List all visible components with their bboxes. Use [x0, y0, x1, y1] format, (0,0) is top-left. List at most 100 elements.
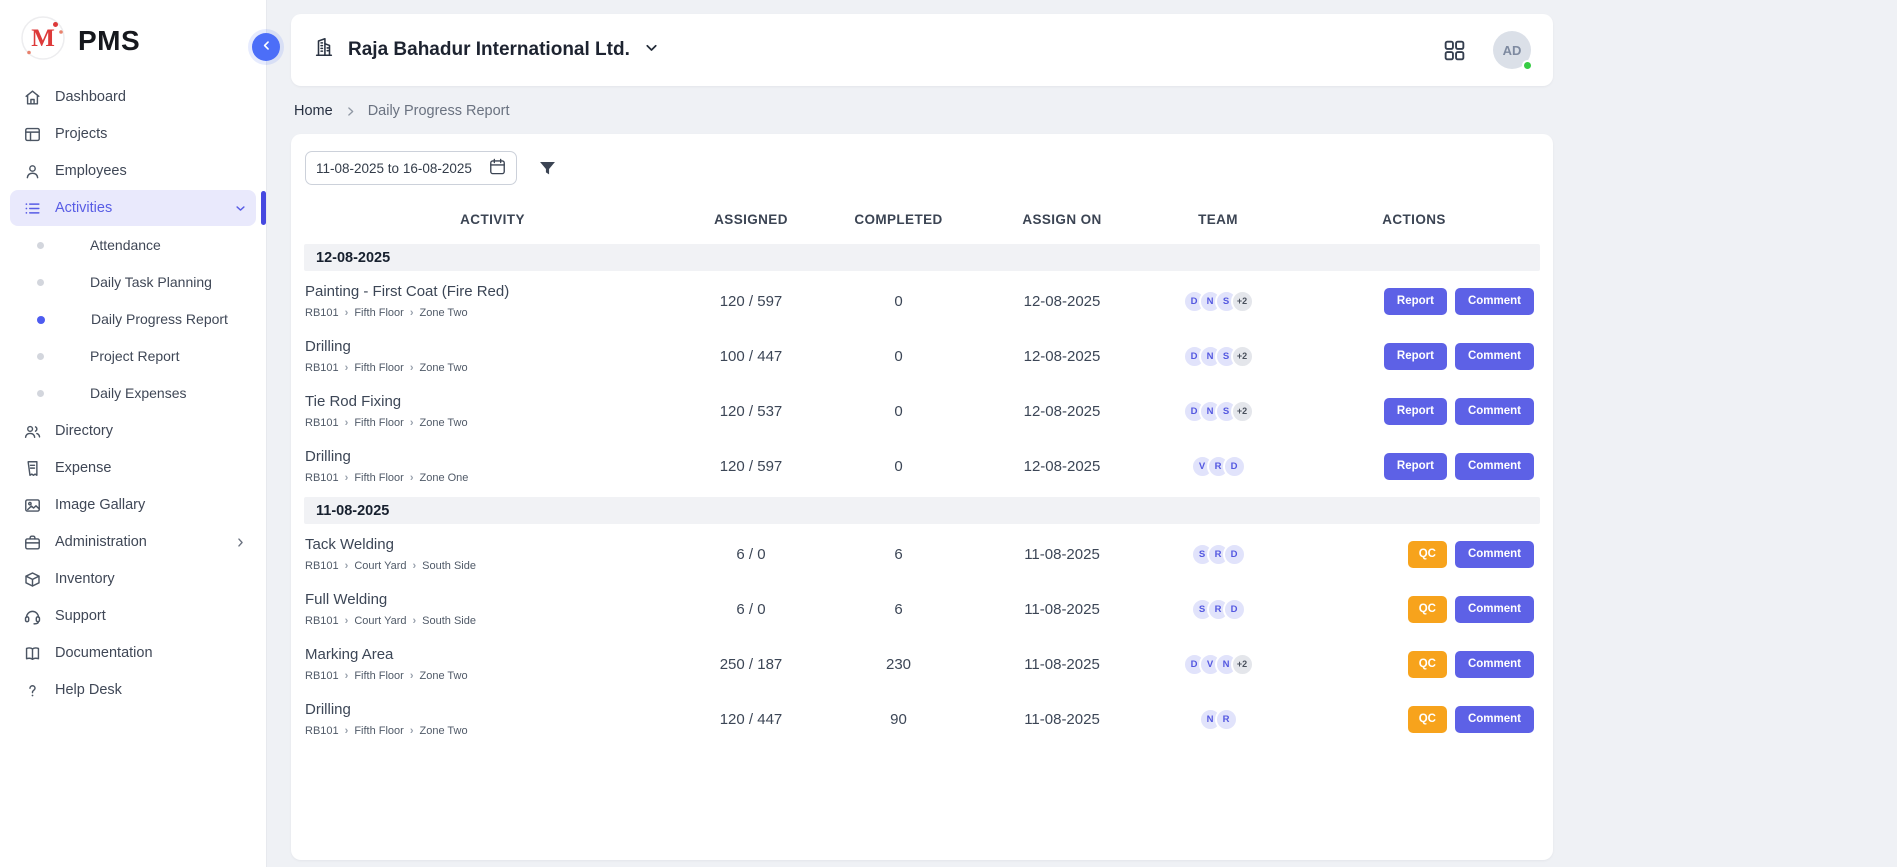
- avatar[interactable]: AD: [1493, 31, 1531, 69]
- report-button[interactable]: Report: [1384, 288, 1447, 315]
- chevron-right-icon: ›: [410, 473, 414, 484]
- chevron-right-icon: ›: [345, 671, 349, 682]
- bullet-icon: [37, 242, 44, 249]
- chevron-right-icon: ›: [345, 561, 349, 572]
- actions-cell: QC Comment: [1288, 596, 1540, 623]
- path-segment: Zone Two: [420, 307, 468, 319]
- sidebar-item-inventory[interactable]: Inventory: [10, 561, 256, 597]
- qc-button[interactable]: QC: [1408, 541, 1447, 568]
- table-header-row: ACTIVITY ASSIGNED COMPLETED ASSIGN ON TE…: [304, 197, 1540, 241]
- actions-cell: Report Comment: [1288, 453, 1540, 480]
- team-avatar[interactable]: D: [1223, 598, 1246, 621]
- activities-icon: [23, 199, 42, 218]
- comment-button[interactable]: Comment: [1455, 596, 1534, 623]
- comment-button[interactable]: Comment: [1455, 398, 1534, 425]
- activity-path: RB101›Fifth Floor›Zone Two: [305, 725, 681, 737]
- sidebar-item-support[interactable]: Support: [10, 598, 256, 634]
- qc-button[interactable]: QC: [1408, 706, 1447, 733]
- sidebar-subitem-daily-expenses[interactable]: Daily Expenses: [10, 375, 256, 412]
- comment-button[interactable]: Comment: [1455, 651, 1534, 678]
- company-selector[interactable]: Raja Bahadur International Ltd.: [313, 36, 660, 64]
- sidebar-subitem-label: Daily Task Planning: [90, 273, 212, 292]
- activity-title: Tack Welding: [305, 536, 681, 553]
- team-more-badge[interactable]: +2: [1231, 345, 1254, 368]
- activity-title: Tie Rod Fixing: [305, 393, 681, 410]
- activity-title: Marking Area: [305, 646, 681, 663]
- assigned-value: 120 / 447: [681, 711, 821, 728]
- assigned-value: 120 / 597: [681, 458, 821, 475]
- actions-cell: Report Comment: [1288, 343, 1540, 370]
- team-cell: SRD: [1148, 598, 1288, 621]
- sidebar-item-label: Activities: [55, 198, 112, 218]
- qc-button[interactable]: QC: [1408, 596, 1447, 623]
- path-segment: Fifth Floor: [354, 472, 404, 484]
- avatar-initials: AD: [1503, 43, 1522, 58]
- sidebar-subitem-daily-task-planning[interactable]: Daily Task Planning: [10, 264, 256, 301]
- sidebar-item-directory[interactable]: Directory: [10, 413, 256, 449]
- chevron-right-icon: ›: [410, 418, 414, 429]
- svg-text:M: M: [31, 25, 55, 52]
- comment-button[interactable]: Comment: [1455, 343, 1534, 370]
- team-more-badge[interactable]: +2: [1231, 400, 1254, 423]
- table-row: DrillingRB101›Fifth Floor›Zone One120 / …: [304, 439, 1540, 494]
- path-segment: Zone Two: [420, 362, 468, 374]
- sidebar-item-documentation[interactable]: Documentation: [10, 635, 256, 671]
- team-avatar[interactable]: D: [1223, 455, 1246, 478]
- sidebar-item-expense[interactable]: Expense: [10, 450, 256, 486]
- assigned-value: 120 / 597: [681, 293, 821, 310]
- support-icon: [23, 607, 42, 626]
- completed-value: 0: [821, 458, 976, 475]
- date-range-input[interactable]: 11-08-2025 to 16-08-2025: [305, 151, 517, 185]
- app-logo[interactable]: M PMS: [0, 0, 266, 76]
- breadcrumb-current: Daily Progress Report: [368, 103, 510, 119]
- sidebar-subitem-attendance[interactable]: Attendance: [10, 227, 256, 264]
- team-avatar[interactable]: R: [1215, 708, 1238, 731]
- sidebar-item-image-gallary[interactable]: Image Gallary: [10, 487, 256, 523]
- table-row: Tack WeldingRB101›Court Yard›South Side6…: [304, 527, 1540, 582]
- path-segment: Fifth Floor: [354, 362, 404, 374]
- directory-icon: [23, 422, 42, 441]
- sidebar-item-employees[interactable]: Employees: [10, 153, 256, 189]
- team-more-badge[interactable]: +2: [1231, 653, 1254, 676]
- chevron-right-icon: ›: [345, 308, 349, 319]
- report-button[interactable]: Report: [1384, 398, 1447, 425]
- breadcrumb-home[interactable]: Home: [294, 103, 333, 119]
- sidebar-collapse-button[interactable]: [252, 33, 280, 61]
- filter-icon[interactable]: [537, 158, 558, 179]
- column-header-actions: ACTIONS: [1288, 212, 1540, 227]
- sidebar-item-label: Dashboard: [55, 87, 126, 107]
- qc-button[interactable]: QC: [1408, 651, 1447, 678]
- path-segment: Zone Two: [420, 670, 468, 682]
- bullet-icon: [37, 390, 44, 397]
- team-more-badge[interactable]: +2: [1231, 290, 1254, 313]
- activity-cell: Marking AreaRB101›Fifth Floor›Zone Two: [304, 646, 681, 682]
- sidebar-item-projects[interactable]: Projects: [10, 116, 256, 152]
- sidebar-item-administration[interactable]: Administration: [10, 524, 256, 560]
- comment-button[interactable]: Comment: [1455, 706, 1534, 733]
- administration-icon: [23, 533, 42, 552]
- comment-button[interactable]: Comment: [1455, 288, 1534, 315]
- path-segment: RB101: [305, 670, 339, 682]
- assign-on-value: 12-08-2025: [976, 403, 1148, 420]
- chevron-right-icon: ›: [413, 616, 417, 627]
- chevron-right-icon: ›: [410, 726, 414, 737]
- activity-path: RB101›Fifth Floor›Zone One: [305, 472, 681, 484]
- completed-value: 0: [821, 348, 976, 365]
- sidebar-subitem-daily-progress-report[interactable]: Daily Progress Report: [10, 301, 256, 338]
- sidebar-subitem-label: Daily Expenses: [90, 384, 187, 403]
- report-button[interactable]: Report: [1384, 343, 1447, 370]
- comment-button[interactable]: Comment: [1455, 541, 1534, 568]
- assign-on-value: 12-08-2025: [976, 293, 1148, 310]
- sidebar-item-activities[interactable]: Activities: [10, 190, 256, 226]
- sidebar-item-help-desk[interactable]: Help Desk: [10, 672, 256, 708]
- team-avatar[interactable]: D: [1223, 543, 1246, 566]
- sidebar-item-dashboard[interactable]: Dashboard: [10, 79, 256, 115]
- apps-grid-icon[interactable]: [1442, 38, 1467, 63]
- report-button[interactable]: Report: [1384, 453, 1447, 480]
- path-segment: Court Yard: [354, 615, 406, 627]
- table-row: DrillingRB101›Fifth Floor›Zone Two120 / …: [304, 692, 1540, 747]
- sidebar-item-label: Projects: [55, 124, 107, 144]
- sidebar-subitem-project-report[interactable]: Project Report: [10, 338, 256, 375]
- actions-cell: QC Comment: [1288, 706, 1540, 733]
- comment-button[interactable]: Comment: [1455, 453, 1534, 480]
